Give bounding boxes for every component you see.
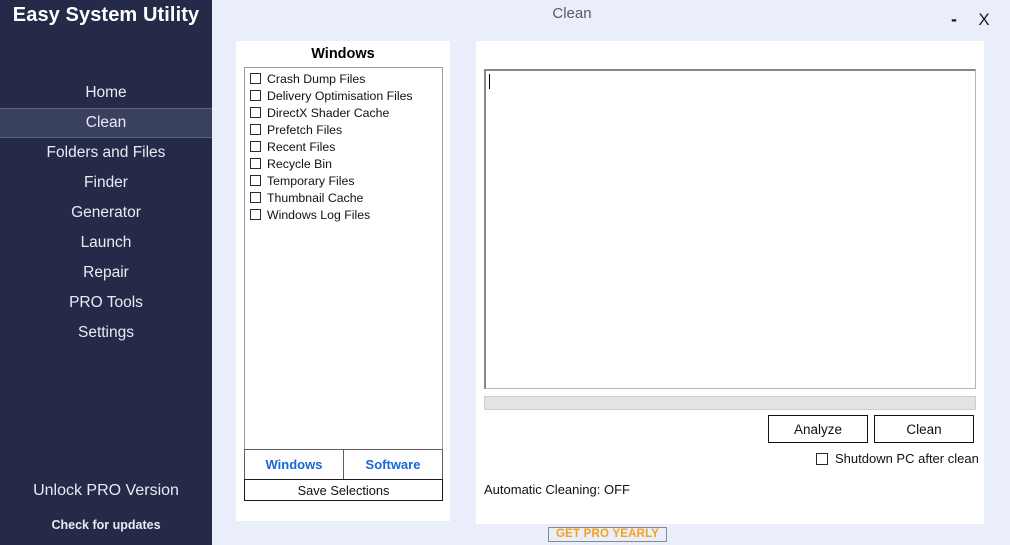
sidebar-item-launch[interactable]: Launch xyxy=(0,228,212,258)
sidebar-item-finder[interactable]: Finder xyxy=(0,168,212,198)
close-button[interactable]: X xyxy=(974,10,994,30)
save-selections-button[interactable]: Save Selections xyxy=(244,479,443,501)
checkbox-box[interactable] xyxy=(250,141,261,152)
checkbox-box[interactable] xyxy=(250,192,261,203)
list-item-label: Crash Dump Files xyxy=(267,71,366,86)
clean-output-panel: Analyze Clean Shutdown PC after clean Au… xyxy=(476,41,984,524)
list-item-label: Temporary Files xyxy=(267,173,355,188)
list-item[interactable]: Prefetch Files xyxy=(245,121,442,138)
checkbox-box[interactable] xyxy=(250,175,261,186)
cleanup-items-list[interactable]: Crash Dump Files Delivery Optimisation Fi… xyxy=(244,67,443,452)
log-textarea[interactable] xyxy=(484,69,976,389)
text-caret xyxy=(489,74,490,89)
list-item[interactable]: Recent Files xyxy=(245,138,442,155)
window-title: Clean xyxy=(552,5,592,22)
list-item[interactable]: Recycle Bin xyxy=(245,155,442,172)
list-item-label: Recycle Bin xyxy=(267,156,332,171)
checkbox-box[interactable] xyxy=(250,158,261,169)
list-item[interactable]: Crash Dump Files xyxy=(245,70,442,87)
checkbox-box[interactable] xyxy=(250,209,261,220)
list-title: Windows xyxy=(311,46,375,62)
list-item-label: DirectX Shader Cache xyxy=(267,105,390,120)
clean-button[interactable]: Clean xyxy=(874,415,974,443)
sidebar-item-generator[interactable]: Generator xyxy=(0,198,212,228)
clean-categories-panel: Windows Crash Dump Files Delivery Optimis… xyxy=(236,41,450,521)
list-item[interactable]: Windows Log Files xyxy=(245,206,442,223)
unlock-pro-version-link[interactable]: Unlock PRO Version xyxy=(0,482,212,500)
sidebar: Easy System Utility Home Clean Folders and… xyxy=(0,0,212,545)
list-item-label: Prefetch Files xyxy=(267,122,343,137)
checkbox-box[interactable] xyxy=(250,107,261,118)
list-item[interactable]: DirectX Shader Cache xyxy=(245,104,442,121)
list-item-label: Delivery Optimisation Files xyxy=(267,88,413,103)
app-title: Easy System Utility xyxy=(12,4,200,26)
sidebar-nav: Home Clean Folders and Files Finder Generato… xyxy=(0,78,212,348)
tab-software[interactable]: Software xyxy=(344,449,443,480)
list-item[interactable]: Temporary Files xyxy=(245,172,442,189)
get-pro-yearly-button[interactable]: GET PRO YEARLY xyxy=(548,527,668,542)
sidebar-item-folders-and-files[interactable]: Folders and Files xyxy=(0,138,212,168)
checkbox-box[interactable] xyxy=(250,124,261,135)
list-item[interactable]: Delivery Optimisation Files xyxy=(245,87,442,104)
list-item-label: Windows Log Files xyxy=(267,207,371,222)
automatic-cleaning-status: Automatic Cleaning: OFF xyxy=(484,482,630,497)
application-window: Easy System Utility Home Clean Folders and… xyxy=(0,0,1010,545)
sidebar-item-clean[interactable]: Clean xyxy=(0,108,212,138)
list-item[interactable]: Thumbnail Cache xyxy=(245,189,442,206)
sidebar-item-home[interactable]: Home xyxy=(0,78,212,108)
analyze-button[interactable]: Analyze xyxy=(768,415,868,443)
checkbox-box xyxy=(816,452,828,465)
shutdown-after-clean-label: Shutdown PC after clean xyxy=(835,451,979,466)
check-for-updates-link[interactable]: Check for updates xyxy=(0,518,212,532)
checkbox-box[interactable] xyxy=(250,73,261,84)
progress-bar xyxy=(484,396,976,410)
tab-windows[interactable]: Windows xyxy=(244,449,344,480)
checkbox-box[interactable] xyxy=(250,90,261,101)
shutdown-after-clean-checkbox[interactable]: Shutdown PC after clean xyxy=(816,451,979,466)
sidebar-item-pro-tools[interactable]: PRO Tools xyxy=(0,288,212,318)
sidebar-item-settings[interactable]: Settings xyxy=(0,318,212,348)
list-item-label: Thumbnail Cache xyxy=(267,190,364,205)
category-tabs: Windows Software xyxy=(244,449,443,480)
minimize-button[interactable]: - xyxy=(944,10,964,32)
sidebar-item-repair[interactable]: Repair xyxy=(0,258,212,288)
list-item-label: Recent Files xyxy=(267,139,336,154)
